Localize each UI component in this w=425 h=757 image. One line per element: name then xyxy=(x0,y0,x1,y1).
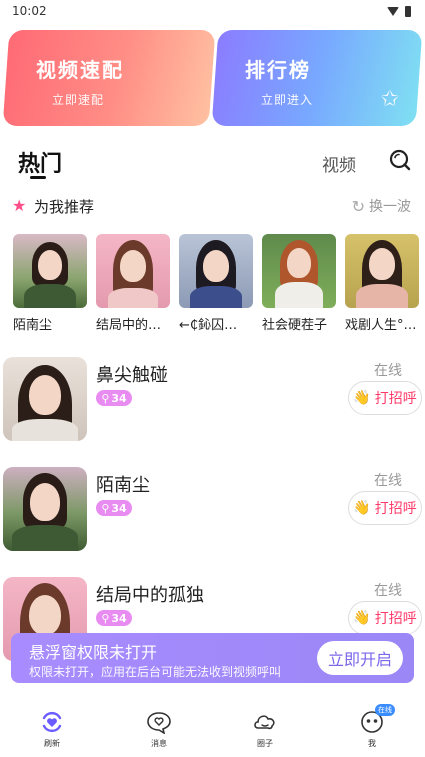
search-icon: ⚲ xyxy=(101,611,110,625)
recommend-photo xyxy=(13,234,87,308)
search-icon xyxy=(389,149,411,171)
recommend-photo xyxy=(179,234,253,308)
nav-messages-label: 消息 xyxy=(151,739,167,748)
recommend-item[interactable]: 陌南尘 xyxy=(13,234,87,333)
recommend-name: 陌南尘 xyxy=(13,318,53,333)
recommend-strip: 陌南尘 结局中的… ←₵鈊囚… 社会硬茬子 戏剧人生°… xyxy=(0,234,425,334)
user-tag-value: 34 xyxy=(111,611,127,625)
greet-button[interactable]: 👋 打招呼 xyxy=(348,491,422,525)
wave-hand-icon: 👋 xyxy=(353,390,371,406)
greet-button[interactable]: 👋 打招呼 xyxy=(348,381,422,415)
video-match-subtitle: 立即速配 xyxy=(52,93,105,107)
online-status: 在线 xyxy=(374,363,402,379)
nav-refresh-label: 刷新 xyxy=(44,739,60,748)
star-icon: ★ xyxy=(12,196,27,215)
float-permission-banner: 悬浮窗权限未打开 权限未打开，应用在后台可能无法收到视频呼叫 立即开启 xyxy=(11,633,414,683)
recommend-photo xyxy=(96,234,170,308)
tab-hot-indicator xyxy=(30,176,46,179)
battery-icon xyxy=(405,5,411,17)
online-badge: 在线 xyxy=(375,704,395,716)
wave-hand-icon: 👋 xyxy=(353,500,371,516)
ranking-title: 排行榜 xyxy=(245,58,311,82)
tab-hot[interactable]: 热门 xyxy=(18,146,62,178)
search-icon: ⚲ xyxy=(101,501,110,515)
circle-icon xyxy=(254,715,275,730)
star-icon: ✩ xyxy=(380,87,399,112)
status-icons xyxy=(387,5,411,17)
search-button[interactable] xyxy=(388,148,412,172)
user-tag: ⚲ 34 xyxy=(96,500,132,516)
user-card[interactable]: 陌南尘 ⚲ 34 在线 👋 打招呼 xyxy=(0,467,425,557)
recommend-item[interactable]: 结局中的… xyxy=(96,234,170,333)
avatar[interactable] xyxy=(3,467,87,551)
user-name: 结局中的孤独 xyxy=(96,585,204,606)
online-status: 在线 xyxy=(374,583,402,599)
online-status: 在线 xyxy=(374,473,402,489)
refresh-icon: ↻ xyxy=(351,196,365,216)
nav-me[interactable]: 在线 我 xyxy=(342,704,402,749)
user-tag-value: 34 xyxy=(111,391,127,405)
user-tag: ⚲ 34 xyxy=(96,610,132,626)
tab-video[interactable]: 视频 xyxy=(322,151,356,176)
video-match-title: 视频速配 xyxy=(36,58,124,82)
recommend-name: 社会硬茬子 xyxy=(262,318,328,333)
nav-circle[interactable]: 圈子 xyxy=(235,710,295,749)
nav-refresh[interactable]: 刷新 xyxy=(22,710,82,749)
user-name: 陌南尘 xyxy=(96,475,150,496)
greet-button[interactable]: 👋 打招呼 xyxy=(348,601,422,635)
recommend-title: 为我推荐 xyxy=(34,198,95,216)
recommend-name: 戏剧人生°… xyxy=(345,318,417,333)
tabs-row: 热门 视频 xyxy=(0,140,425,184)
float-desc: 权限未打开，应用在后台可能无法收到视频呼叫 xyxy=(29,665,282,679)
wave-hand-icon: 👋 xyxy=(353,610,371,626)
greet-label: 打招呼 xyxy=(374,501,417,517)
status-bar: 10:02 xyxy=(0,0,425,22)
user-card[interactable]: 鼻尖触碰 ⚲ 34 在线 👋 打招呼 xyxy=(0,357,425,447)
recommend-header: ★ 为我推荐 ↻ 换一波 xyxy=(0,194,425,216)
video-match-banner[interactable]: 视频速配 立即速配 xyxy=(2,30,216,126)
user-tag-value: 34 xyxy=(111,501,127,515)
nav-me-label: 我 xyxy=(368,739,376,748)
recommend-photo xyxy=(262,234,336,308)
ranking-banner[interactable]: 排行榜 立即进入 ✩ xyxy=(211,30,423,126)
recommend-photo xyxy=(345,234,419,308)
status-time: 10:02 xyxy=(12,4,47,18)
refresh-button[interactable]: ↻ 换一波 xyxy=(352,196,411,216)
user-tag: ⚲ 34 xyxy=(96,390,132,406)
bottom-nav: 刷新 消息 圈子 在线 我 xyxy=(0,700,425,757)
message-heart-icon xyxy=(147,712,171,735)
recommend-name: ←₵鈊囚… xyxy=(179,318,238,333)
greet-label: 打招呼 xyxy=(374,611,417,627)
avatar[interactable] xyxy=(3,357,87,441)
wifi-icon xyxy=(387,6,399,16)
float-title: 悬浮窗权限未打开 xyxy=(29,643,158,662)
nav-messages[interactable]: 消息 xyxy=(129,710,189,749)
recommend-item[interactable]: 社会硬茬子 xyxy=(262,234,336,333)
nav-circle-label: 圈子 xyxy=(257,739,273,748)
recommend-item[interactable]: 戏剧人生°… xyxy=(345,234,419,333)
greet-label: 打招呼 xyxy=(374,391,417,407)
refresh-label: 换一波 xyxy=(369,199,411,215)
open-permission-button[interactable]: 立即开启 xyxy=(317,641,403,675)
user-name: 鼻尖触碰 xyxy=(96,365,168,386)
recommend-item[interactable]: ←₵鈊囚… xyxy=(179,234,253,333)
search-icon: ⚲ xyxy=(101,391,110,405)
refresh-heart-icon xyxy=(42,711,62,733)
recommend-name: 结局中的… xyxy=(96,318,162,333)
